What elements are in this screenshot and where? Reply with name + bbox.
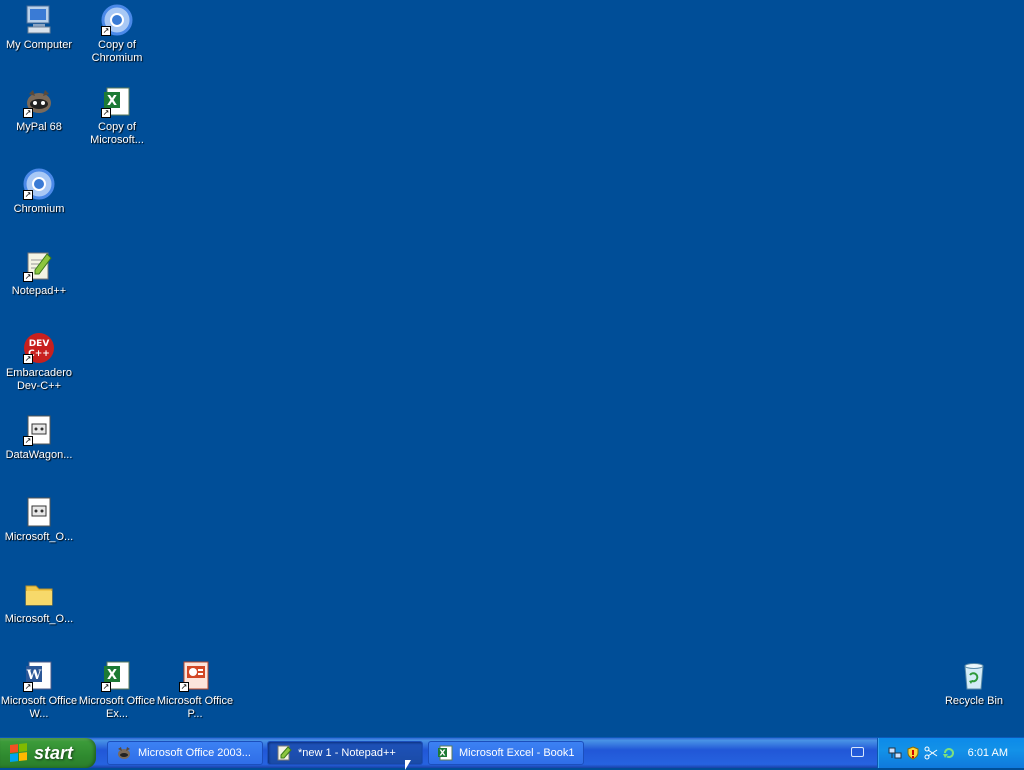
desktop-icon-devcpp[interactable]: DEV C++ ↗ Embarcadero Dev-C++ (0, 332, 78, 393)
desktop-icon-chromium[interactable]: ↗ Chromium (0, 168, 78, 216)
excel-icon: X ↗ (101, 86, 133, 118)
word-icon: W ↗ (23, 660, 55, 692)
excel-icon: X ↗ (101, 660, 133, 692)
chromium-icon: ↗ (101, 4, 133, 36)
my-computer-icon (23, 4, 55, 36)
shortcut-arrow-icon: ↗ (179, 682, 189, 692)
svg-text:DEV: DEV (29, 339, 50, 349)
recycle-bin-icon (958, 660, 990, 692)
mypal-icon: ↗ (23, 86, 55, 118)
shortcut-arrow-icon: ↗ (101, 108, 111, 118)
desktop-icon-office-word[interactable]: W ↗ Microsoft Office W... (0, 660, 78, 721)
svg-text:X: X (107, 94, 117, 109)
taskbar-button-office-2003[interactable]: Microsoft Office 2003... (107, 741, 263, 765)
desktop-icon-notepadpp[interactable]: ↗ Notepad++ (0, 250, 78, 298)
system-tray: 6:01 AM (877, 738, 1024, 768)
desktop-icon-copy-of-chromium[interactable]: ↗ Copy of Chromium (78, 4, 156, 65)
svg-text:X: X (107, 668, 117, 683)
desktop-icon-datawagon[interactable]: ↗ DataWagon... (0, 414, 78, 462)
shortcut-arrow-icon: ↗ (23, 682, 33, 692)
desktop: My Computer ↗ Copy of Chromium ↗ MyPal 6… (0, 0, 1024, 738)
shortcut-arrow-icon: ↗ (101, 682, 111, 692)
exe-icon: ↗ (23, 414, 55, 446)
svg-text:X: X (439, 749, 446, 758)
desktop-icon-office-excel[interactable]: X ↗ Microsoft Office Ex... (78, 660, 156, 721)
security-shield-icon[interactable] (906, 746, 920, 760)
network-icon[interactable] (888, 746, 902, 760)
clock[interactable]: 6:01 AM (968, 747, 1008, 759)
desktop-icon-copy-of-microsoft[interactable]: X ↗ Copy of Microsoft... (78, 86, 156, 147)
shortcut-arrow-icon: ↗ (23, 272, 33, 282)
svg-text:W: W (26, 668, 42, 683)
taskbar: start Microsoft Office 2003... *new 1 - … (0, 738, 1024, 768)
excel-icon: X (437, 745, 453, 761)
taskbar-button-notepadpp[interactable]: *new 1 - Notepad++ (267, 741, 423, 765)
folder-icon (23, 578, 55, 610)
shortcut-arrow-icon: ↗ (23, 436, 33, 446)
shortcut-arrow-icon: ↗ (23, 190, 33, 200)
desktop-icon-office-powerpoint[interactable]: ↗ Microsoft Office P... (156, 660, 234, 721)
start-label: start (34, 742, 74, 763)
devcpp-icon: DEV C++ ↗ (23, 332, 55, 364)
mouse-cursor-icon (405, 760, 411, 770)
desktop-icon-my-computer[interactable]: My Computer (0, 4, 78, 52)
taskbar-button-excel-book1[interactable]: X Microsoft Excel - Book1 (428, 741, 584, 765)
chromium-icon: ↗ (23, 168, 55, 200)
refresh-icon[interactable] (942, 746, 956, 760)
desktop-icon-mypal[interactable]: ↗ MyPal 68 (0, 86, 78, 134)
shortcut-arrow-icon: ↗ (23, 108, 33, 118)
scissors-icon[interactable] (924, 746, 938, 760)
desktop-icon-microsoft-o-folder[interactable]: Microsoft_O... (0, 578, 78, 626)
desktop-icon-microsoft-o-exe[interactable]: Microsoft_O... (0, 496, 78, 544)
notepadpp-icon: ↗ (23, 250, 55, 282)
setup-icon (116, 745, 132, 761)
notepadpp-icon (276, 745, 292, 761)
keyboard-icon[interactable] (851, 747, 864, 757)
windows-flag-icon (10, 743, 28, 763)
shortcut-arrow-icon: ↗ (23, 354, 33, 364)
powerpoint-icon: ↗ (179, 660, 211, 692)
exe-icon (23, 496, 55, 528)
desktop-icon-recycle-bin[interactable]: Recycle Bin (935, 660, 1013, 708)
shortcut-arrow-icon: ↗ (101, 26, 111, 36)
start-button[interactable]: start (0, 738, 96, 768)
